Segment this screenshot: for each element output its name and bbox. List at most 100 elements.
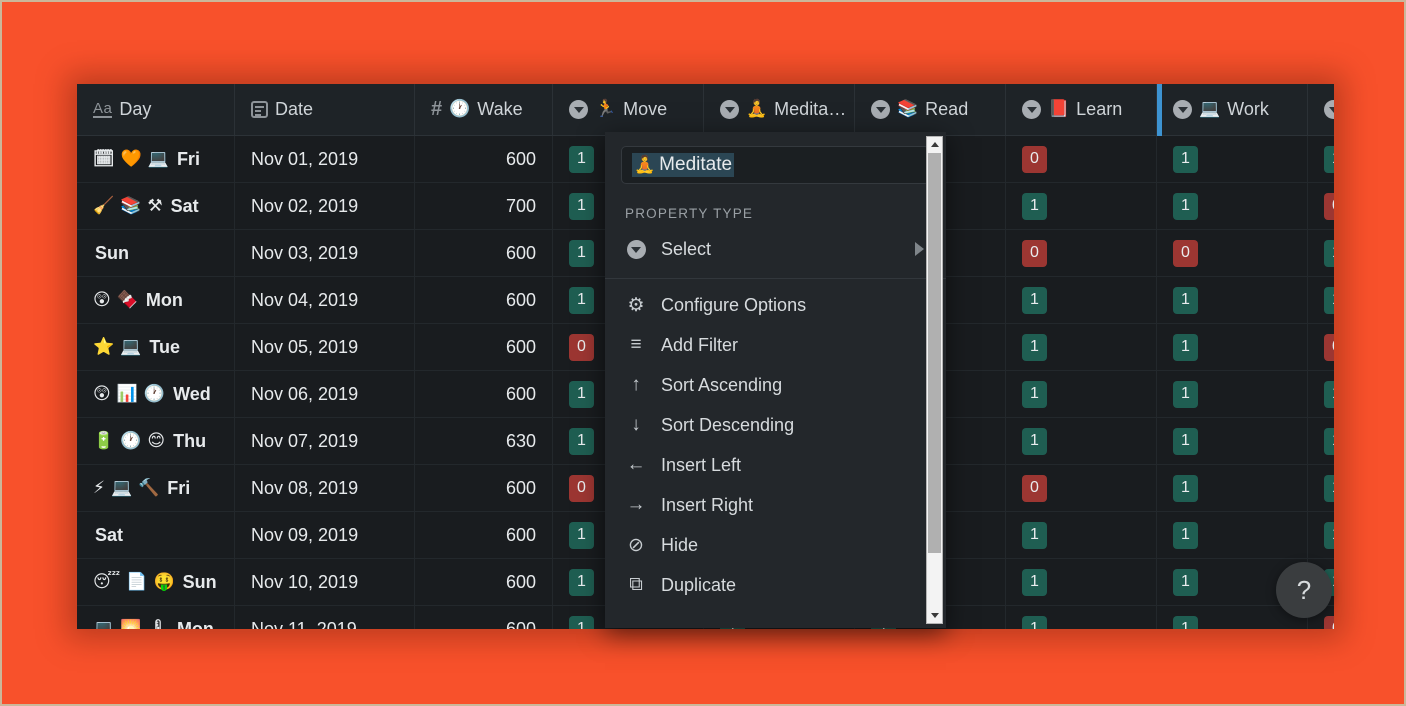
cell-wake[interactable]: 600 (415, 512, 553, 558)
cell-build[interactable]: 1 (1308, 277, 1334, 323)
cell-work[interactable]: 1 (1157, 136, 1308, 182)
cell-build[interactable]: 0 (1308, 183, 1334, 229)
column-resize-indicator[interactable] (1157, 84, 1162, 136)
cell-learn[interactable]: 1 (1006, 512, 1157, 558)
cell-learn[interactable]: 1 (1006, 277, 1157, 323)
column-header-learn[interactable]: 📕 Learn (1006, 84, 1157, 135)
menu-scrollbar[interactable] (926, 136, 943, 624)
cell-day[interactable]: 😲 📊 🕐 Wed (77, 371, 235, 417)
scroll-down-arrow-icon[interactable] (927, 608, 942, 623)
cell-day[interactable]: 🧹 📚 ⚒ Sat (77, 183, 235, 229)
cell-date[interactable]: Nov 10, 2019 (235, 559, 415, 605)
menu-item-duplicate[interactable]: ⧉ Duplicate (605, 565, 946, 605)
day-emoji-icon: ⚒ (147, 195, 163, 216)
status-badge: 0 (1324, 192, 1334, 220)
help-button[interactable]: ? (1276, 562, 1332, 618)
cell-learn[interactable]: 1 (1006, 371, 1157, 417)
cell-work[interactable]: 0 (1157, 230, 1308, 276)
cell-date[interactable]: Nov 07, 2019 (235, 418, 415, 464)
property-name-input[interactable]: 🧘 Meditate (621, 146, 930, 184)
cell-build[interactable]: 1 (1308, 512, 1334, 558)
cell-day[interactable]: 😲 🍫 Mon (77, 277, 235, 323)
menu-item-sort-descending[interactable]: ↓ Sort Descending (605, 405, 946, 445)
cell-work[interactable]: 1 (1157, 465, 1308, 511)
status-badge: 1 (1022, 615, 1047, 629)
cell-day[interactable]: ⚡ 💻 🔨 Fri (77, 465, 235, 511)
cell-learn[interactable]: 1 (1006, 324, 1157, 370)
cell-wake[interactable]: 600 (415, 465, 553, 511)
cell-wake[interactable]: 630 (415, 418, 553, 464)
cell-work[interactable]: 1 (1157, 418, 1308, 464)
cell-day[interactable]: 😴 📄 🤑 Sun (77, 559, 235, 605)
cell-wake[interactable]: 600 (415, 277, 553, 323)
cell-work[interactable]: 1 (1157, 183, 1308, 229)
scroll-up-arrow-icon[interactable] (927, 137, 942, 152)
cell-wake[interactable]: 600 (415, 371, 553, 417)
column-header-wake[interactable]: # 🕐 Wake (415, 84, 553, 135)
column-header-build[interactable]: 🛠 (1308, 84, 1334, 135)
column-header-work[interactable]: 💻 Work (1157, 84, 1308, 136)
menu-item-insert-right[interactable]: → Insert Right (605, 485, 946, 525)
column-header-day[interactable]: Aa Day (77, 84, 235, 135)
cell-date[interactable]: Nov 08, 2019 (235, 465, 415, 511)
menu-item-insert-left[interactable]: ← Insert Left (605, 445, 946, 485)
menu-item-sort-ascending[interactable]: ↑ Sort Ascending (605, 365, 946, 405)
cell-work[interactable]: 1 (1157, 324, 1308, 370)
cell-wake[interactable]: 600 (415, 136, 553, 182)
cell-date[interactable]: Nov 04, 2019 (235, 277, 415, 323)
cell-day[interactable]: 💻 🌅 🌡 Mon (77, 606, 235, 629)
cell-build[interactable]: 1 (1308, 465, 1334, 511)
cell-wake[interactable]: 600 (415, 559, 553, 605)
cell-day[interactable]: 🗓 🧡 💻 Fri (77, 136, 235, 182)
cell-day[interactable]: ⭐ 💻 Tue (77, 324, 235, 370)
column-header-meditate[interactable]: 🧘 Medita… (704, 84, 855, 135)
cell-wake[interactable]: 600 (415, 324, 553, 370)
day-emoji-icon: 🧹 (93, 195, 115, 216)
cell-build[interactable]: 1 (1308, 136, 1334, 182)
cell-learn[interactable]: 0 (1006, 230, 1157, 276)
menu-item-property-type-select[interactable]: Select (605, 229, 946, 269)
select-type-icon (1022, 100, 1041, 119)
day-name-text: Tue (149, 336, 181, 357)
status-badge: 1 (1022, 427, 1047, 455)
cell-date[interactable]: Nov 05, 2019 (235, 324, 415, 370)
day-emoji-icon: 😲 (93, 383, 111, 404)
day-emoji-icon: 🔨 (138, 477, 160, 498)
cell-wake[interactable]: 600 (415, 606, 553, 629)
cell-day[interactable]: 🔋 🕐 😊 Thu (77, 418, 235, 464)
column-header-move[interactable]: 🏃 Move (553, 84, 704, 135)
cell-work[interactable]: 1 (1157, 512, 1308, 558)
cell-wake[interactable]: 600 (415, 230, 553, 276)
column-header-date[interactable]: Date (235, 84, 415, 135)
cell-date[interactable]: Nov 11, 2019 (235, 606, 415, 629)
cell-build[interactable]: 1 (1308, 371, 1334, 417)
column-header-read[interactable]: 📚 Read (855, 84, 1006, 135)
cell-date[interactable]: Nov 02, 2019 (235, 183, 415, 229)
cell-learn[interactable]: 1 (1006, 418, 1157, 464)
cell-build[interactable]: 1 (1308, 418, 1334, 464)
menu-item-label: Add Filter (661, 334, 739, 355)
cell-learn[interactable]: 0 (1006, 136, 1157, 182)
cell-learn[interactable]: 1 (1006, 606, 1157, 629)
cell-date[interactable]: Nov 01, 2019 (235, 136, 415, 182)
cell-date[interactable]: Nov 06, 2019 (235, 371, 415, 417)
menu-item-add-filter[interactable]: ≡ Add Filter (605, 325, 946, 365)
cell-wake[interactable]: 700 (415, 183, 553, 229)
scrollbar-thumb[interactable] (928, 153, 941, 553)
cell-work[interactable]: 1 (1157, 371, 1308, 417)
status-badge: 1 (1022, 192, 1047, 220)
cell-work[interactable]: 1 (1157, 277, 1308, 323)
cell-learn[interactable]: 1 (1006, 183, 1157, 229)
cell-date[interactable]: Nov 03, 2019 (235, 230, 415, 276)
cell-build[interactable]: 0 (1308, 324, 1334, 370)
cell-day[interactable]: Sat (77, 512, 235, 558)
laptop-icon: 💻 (1199, 99, 1221, 119)
cell-day[interactable]: Sun (77, 230, 235, 276)
menu-item-hide[interactable]: ⊘ Hide (605, 525, 946, 565)
cell-date[interactable]: Nov 09, 2019 (235, 512, 415, 558)
cell-build[interactable]: 1 (1308, 230, 1334, 276)
cell-learn[interactable]: 1 (1006, 559, 1157, 605)
menu-item-configure-options[interactable]: ⚙ Configure Options (605, 285, 946, 325)
cell-learn[interactable]: 0 (1006, 465, 1157, 511)
day-name-text: Sat (95, 524, 124, 545)
